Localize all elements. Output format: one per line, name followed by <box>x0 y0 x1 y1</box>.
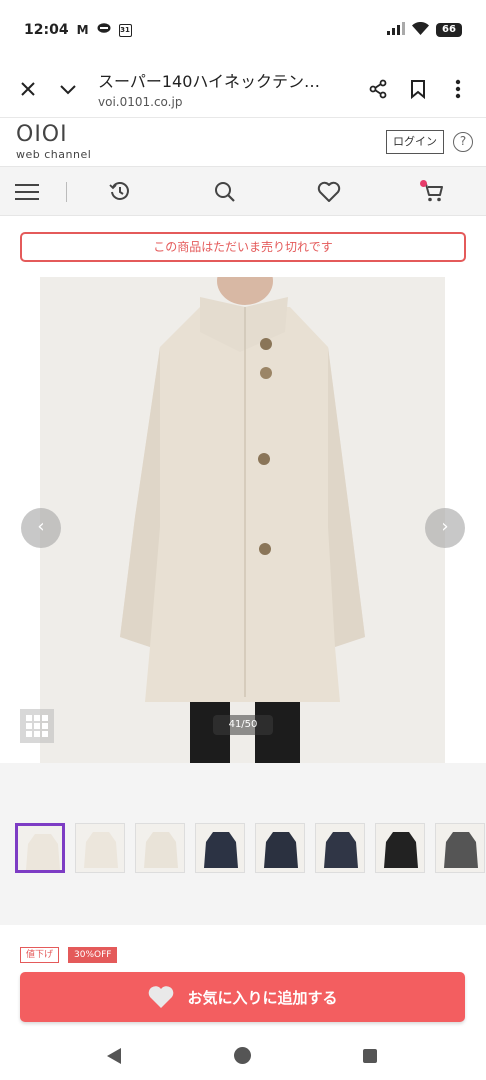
site-nav-bar <box>0 166 486 216</box>
nav-divider <box>66 182 67 202</box>
system-navigation-bar <box>0 1030 486 1080</box>
battery-icon: 66 <box>436 23 462 37</box>
product-image[interactable] <box>40 277 445 763</box>
recent-apps-icon[interactable] <box>363 1049 377 1063</box>
history-icon[interactable] <box>105 177 135 207</box>
share-icon[interactable] <box>358 69 398 109</box>
favorite-heart-icon[interactable] <box>314 177 344 207</box>
image-counter: 41/50 <box>213 715 273 735</box>
soldout-banner: この商品はただいま売り切れです <box>20 232 466 262</box>
chevron-down-icon[interactable] <box>48 69 88 109</box>
gmail-icon: M <box>76 23 89 37</box>
browser-toolbar: スーパー140ハイネックテン… voi.0101.co.jp <box>0 60 486 118</box>
add-to-favorites-button[interactable]: お気に入りに追加する <box>20 972 465 1022</box>
price-down-badge: 値下げ <box>20 947 60 963</box>
page-url: voi.0101.co.jp <box>98 95 183 109</box>
bookmark-icon[interactable] <box>398 69 438 109</box>
carousel-prev-button[interactable]: ‹ <box>21 508 61 548</box>
cart-notification-dot <box>420 180 427 187</box>
wifi-icon <box>412 21 429 39</box>
thumbnail-coat-front[interactable] <box>15 823 65 873</box>
logo-main: OIOI <box>16 122 68 147</box>
coat-illustration <box>40 277 445 763</box>
help-icon[interactable]: ? <box>453 132 473 152</box>
signal-icon <box>387 21 405 39</box>
thumbnail-button-detail[interactable] <box>75 823 125 873</box>
heart-icon <box>147 985 175 1009</box>
close-icon[interactable] <box>8 69 48 109</box>
page-title: スーパー140ハイネックテン… <box>98 72 321 91</box>
status-bar: 12:04 M 31 66 <box>0 0 486 60</box>
site-header: OIOI web channel ログイン ? <box>0 118 486 166</box>
chat-icon <box>97 22 111 38</box>
thumbnail-navy-fabric[interactable] <box>315 823 365 873</box>
more-options-icon[interactable] <box>438 69 478 109</box>
url-bar[interactable]: スーパー140ハイネックテン… voi.0101.co.jp <box>98 68 358 109</box>
thumbnail-grey-coat[interactable] <box>435 823 485 873</box>
home-icon[interactable] <box>234 1047 251 1064</box>
site-logo[interactable]: OIOI web channel <box>16 122 92 162</box>
thumbnail-navy-coat[interactable] <box>195 823 245 873</box>
menu-icon[interactable] <box>12 177 42 207</box>
back-icon[interactable] <box>107 1048 121 1064</box>
calendar-icon: 31 <box>118 23 132 37</box>
thumbnail-black-coat[interactable] <box>375 823 425 873</box>
search-icon[interactable] <box>210 177 240 207</box>
thumbnail-fabric-detail[interactable] <box>135 823 185 873</box>
discount-badge: 30%OFF <box>68 947 118 963</box>
status-time: 12:04 <box>24 22 69 38</box>
carousel-next-button[interactable]: › <box>425 508 465 548</box>
grid-view-icon[interactable] <box>20 709 54 743</box>
page: 12:04 M 31 66 スーパー140ハイネックテン… voi.0101.c… <box>0 0 486 1080</box>
add-to-favorites-label: お気に入りに追加する <box>187 988 338 1007</box>
thumbnail-navy-button-detail[interactable] <box>255 823 305 873</box>
login-button[interactable]: ログイン <box>386 130 444 154</box>
logo-sub: web channel <box>16 148 92 161</box>
